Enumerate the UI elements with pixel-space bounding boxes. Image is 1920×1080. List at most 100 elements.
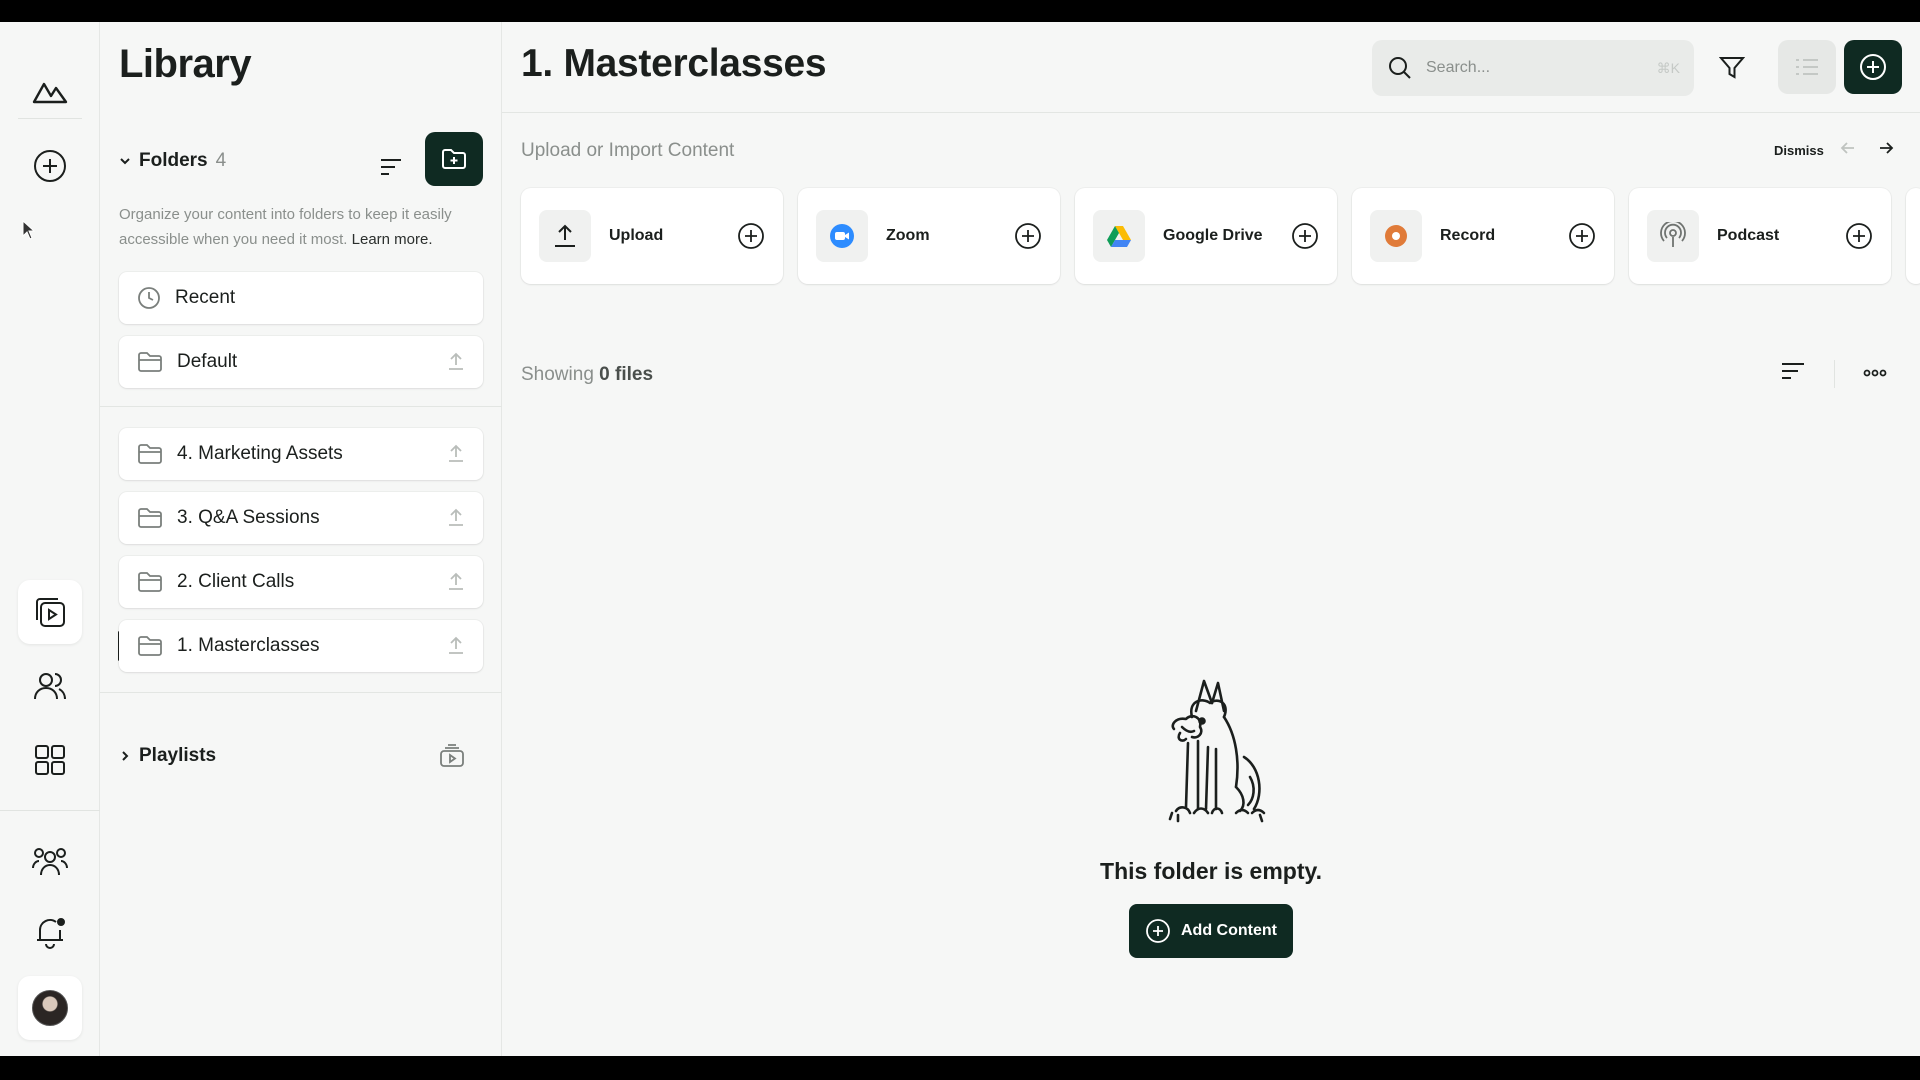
folders-label: Folders — [139, 150, 208, 171]
playlists-toggle[interactable]: Playlists — [119, 745, 216, 767]
dog-illustration-icon — [1168, 679, 1266, 823]
rail-divider — [0, 810, 100, 811]
plus-circle-icon[interactable] — [737, 222, 765, 250]
source-label: Upload — [609, 227, 664, 244]
upload-icon — [539, 210, 591, 262]
notifications-icon[interactable] — [18, 900, 82, 964]
source-card-record[interactable]: Record — [1352, 188, 1614, 284]
user-avatar[interactable] — [18, 976, 82, 1040]
empty-state-message: This folder is empty. — [1100, 858, 1322, 884]
arrow-left-icon[interactable] — [1838, 138, 1858, 158]
list-icon — [1796, 59, 1818, 75]
sort-icon[interactable] — [1780, 360, 1806, 382]
folders-toggle[interactable]: Folders 4 — [119, 150, 226, 172]
showing-prefix: Showing — [521, 364, 594, 385]
folder-icon — [138, 572, 162, 592]
list-view-button[interactable] — [1778, 40, 1836, 94]
source-label: Podcast — [1717, 227, 1780, 244]
filter-button[interactable] — [1714, 50, 1750, 86]
create-icon[interactable] — [18, 134, 82, 198]
plus-circle-icon[interactable] — [1014, 222, 1042, 250]
file-count: 0 files — [599, 364, 654, 385]
source-card-zoom[interactable]: Zoom — [798, 188, 1060, 284]
more-options-icon[interactable] — [1862, 360, 1888, 386]
sort-folders-button[interactable] — [376, 152, 406, 182]
plus-circle-icon[interactable] — [1568, 222, 1596, 250]
upload-icon[interactable] — [447, 635, 465, 655]
folder-icon — [138, 508, 162, 528]
playlists-label: Playlists — [139, 745, 217, 766]
source-label: Record — [1440, 227, 1496, 244]
source-label: Zoom — [886, 227, 930, 244]
logo-icon[interactable] — [18, 60, 82, 124]
playlist-add-icon[interactable] — [439, 744, 465, 768]
source-label: Google Drive — [1163, 227, 1263, 244]
source-card-upload[interactable]: Upload — [521, 188, 783, 284]
folder-label: Default — [177, 351, 238, 372]
folder-icon — [138, 444, 162, 464]
learn-more-link[interactable]: Learn more. — [352, 231, 433, 248]
folder-item-default[interactable]: Default — [119, 336, 483, 388]
folder-icon — [138, 352, 162, 372]
avatar — [32, 990, 68, 1026]
sort-icon — [381, 159, 401, 175]
folder-item[interactable]: 2. Client Calls — [119, 556, 483, 608]
upload-icon[interactable] — [447, 571, 465, 591]
source-card-podcast[interactable]: Podcast — [1629, 188, 1891, 284]
main-content: 1. Masterclasses Search... ⌘K Upload or … — [502, 22, 1920, 1056]
folder-icon — [138, 636, 162, 656]
zoom-icon — [816, 210, 868, 262]
library-title: Library — [119, 42, 252, 86]
plus-circle-icon[interactable] — [1291, 222, 1319, 250]
folder-item-recent[interactable]: Recent — [119, 272, 483, 324]
toolbar-divider — [1834, 360, 1835, 388]
upload-icon[interactable] — [447, 507, 465, 527]
folder-plus-icon — [442, 149, 466, 169]
folder-label: 4. Marketing Assets — [177, 443, 343, 464]
divider — [100, 692, 502, 693]
showing-count: Showing 0 files — [521, 364, 653, 386]
record-icon — [1370, 210, 1422, 262]
icon-rail — [0, 22, 100, 1056]
folder-label: Recent — [175, 287, 236, 308]
add-button[interactable] — [1844, 40, 1902, 94]
source-card-google-drive[interactable]: Google Drive — [1075, 188, 1337, 284]
page-title: 1. Masterclasses — [521, 42, 827, 85]
apps-grid-icon[interactable] — [18, 728, 82, 792]
arrow-right-icon[interactable] — [1876, 138, 1896, 158]
source-card-partial[interactable] — [1906, 188, 1920, 284]
divider — [100, 406, 502, 407]
contacts-icon[interactable] — [18, 654, 82, 718]
add-content-button[interactable]: Add Content — [1129, 904, 1293, 958]
podcast-icon — [1647, 210, 1699, 262]
google-drive-icon — [1093, 210, 1145, 262]
upload-section-title: Upload or Import Content — [521, 140, 735, 161]
dismiss-button[interactable]: Dismiss — [1774, 143, 1824, 158]
add-content-label: Add Content — [1181, 922, 1277, 939]
folder-item-active[interactable]: 1. Masterclasses — [119, 620, 483, 672]
rail-divider — [18, 118, 82, 119]
header-divider — [502, 112, 1920, 113]
folder-label: 1. Masterclasses — [177, 635, 320, 656]
search-icon — [1389, 57, 1411, 79]
folders-description: Organize your content into folders to ke… — [119, 202, 484, 252]
clock-icon — [138, 287, 160, 309]
new-folder-button[interactable] — [425, 132, 483, 186]
folder-item[interactable]: 3. Q&A Sessions — [119, 492, 483, 544]
library-icon[interactable] — [18, 580, 82, 644]
team-icon[interactable] — [18, 830, 82, 894]
folder-label: 3. Q&A Sessions — [177, 507, 320, 528]
folder-label: 2. Client Calls — [177, 571, 295, 592]
upload-icon[interactable] — [447, 351, 465, 371]
search-placeholder: Search... — [1426, 59, 1491, 76]
plus-circle-icon[interactable] — [1845, 222, 1873, 250]
plus-circle-icon — [1146, 919, 1170, 943]
folders-count: 4 — [215, 150, 227, 171]
upload-icon[interactable] — [447, 443, 465, 463]
search-input[interactable]: Search... ⌘K — [1372, 40, 1694, 96]
library-panel: Library Folders 4 Organize your content … — [100, 22, 502, 1056]
folder-item[interactable]: 4. Marketing Assets — [119, 428, 483, 480]
chevron-down-icon — [120, 158, 130, 165]
plus-circle-icon — [1860, 54, 1886, 80]
app-window: Library Folders 4 Organize your content … — [0, 22, 1920, 1056]
